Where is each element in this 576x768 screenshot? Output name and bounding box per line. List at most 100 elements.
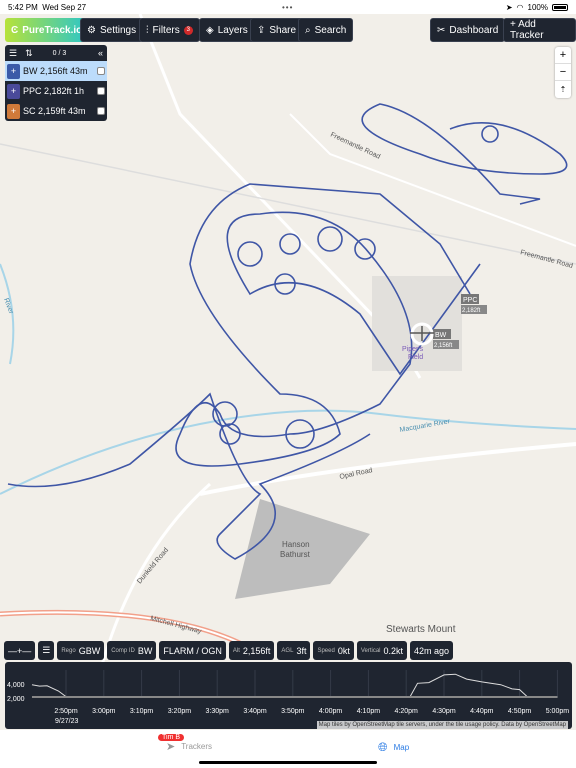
share-button[interactable]: ⇪ Share [250,18,304,42]
tab-map[interactable]: 🌐︎ Map [378,740,409,755]
filters-button[interactable]: ⫶ Filters 3 [139,18,200,42]
x-tick-label: 3:00pm [92,708,116,715]
zoom-out-button[interactable]: − [555,64,571,81]
home-indicator [199,761,377,764]
filters-label: Filters [152,24,180,36]
river-label: Macquarie River [399,418,451,434]
puretrack-logo-button[interactable]: Ͼ PureTrack.io [5,18,89,42]
tracker-checkbox[interactable] [97,87,105,95]
settings-button[interactable]: ⚙ Settings [80,18,144,42]
zoom-in-button[interactable]: + [555,47,571,64]
speed-label: Speed [317,647,335,654]
logo-text: PureTrack.io [22,24,83,36]
battery-text: 100% [527,2,548,12]
add-tracker-button[interactable]: + Add Tracker [503,18,576,42]
filters-badge: 3 [183,25,193,35]
date-label: 9/27/23 [55,718,78,725]
rego-chip: Rego GBW [57,641,105,660]
glider-icon: —+— [8,645,32,656]
y-tick-label: 2,000 [7,696,25,703]
aircraft-tag-ppc[interactable]: PPC [463,297,477,304]
globe-icon: 🌐︎ [378,740,388,754]
tracker-item[interactable]: + SC 2,159ft 43m [5,101,107,121]
speed-value: 0kt [337,645,350,656]
tracker-checkbox[interactable] [97,67,105,75]
aircraft-alt-ppc: 2,182ft [462,308,481,314]
tab-map-label: Map [393,743,410,752]
flight-track [7,103,568,560]
date: Wed Sep 27 [42,2,87,12]
trackers-badge: Tim B [158,734,185,741]
comp-id-chip: Comp ID BW [107,641,157,660]
tracker-checkbox[interactable] [97,107,105,115]
source-chip: FLARM / OGN [159,641,226,660]
tools-icon: ✂ [437,24,446,36]
vertical-chip: Vertical 0.2kt [356,641,408,660]
tracker-count: 0 / 3 [52,49,67,57]
status-bar: 5:42 PM Wed Sep 27 ••• ➤ ◠ 100% [0,0,576,14]
logo-icon: Ͼ [11,24,19,36]
x-tick-label: 4:00pm [319,708,343,715]
place-label: Hanson [282,540,310,549]
x-tick-label: 3:10pm [130,708,154,715]
glider-icon: + [7,83,20,99]
airfield-label: Field [408,354,423,361]
x-tick-label: 4:30pm [432,708,456,715]
multitask-dots[interactable]: ••• [282,3,293,12]
airfield-label: Piper's [402,346,424,353]
location-arrow-icon: ➤ [166,741,176,753]
layers-label: Layers [217,24,248,36]
agl-value: 3ft [296,645,307,656]
tracker-info-bar: —+— ☰ Rego GBW Comp ID BW FLARM / OGN Alt 2… [4,641,454,660]
map[interactable]: Freemantle Road Freemantle Road River Ma… [0,14,576,730]
last-seen-value: 42m ago [414,645,450,656]
add-tracker-label: + Add Tracker [510,19,544,41]
layers-button[interactable]: ◈ Layers [199,18,255,42]
tracker-label: PPC 2,182ft 1h [23,86,85,96]
x-tick-label: 4:20pm [395,708,419,715]
altitude-chart-svg: 2:50pm 3:00pm 3:10pm 3:20pm 3:30pm 3:40pm 3:50… [7,670,570,725]
search-icon: ⌕ [305,24,311,36]
menu-icon[interactable]: ☰ [9,48,17,59]
comp-value: BW [137,645,153,656]
speed-chip: Speed 0kt [313,641,354,660]
tracker-item[interactable]: + PPC 2,182ft 1h [5,81,107,101]
glider-icon: + [7,63,20,79]
x-tick-label: 3:20pm [168,708,192,715]
menu-icon: ☰ [42,645,51,655]
sliders-icon: ⫶ [146,24,149,36]
altitude-line [31,673,558,698]
gear-icon: ⚙ [87,24,96,36]
wifi-icon: ◠ [516,2,524,12]
dashboard-button[interactable]: ✂ Dashboard [430,18,506,42]
altitude-chip: Alt 2,156ft [228,641,275,660]
vert-value: 0.2kt [383,645,404,656]
clock: 5:42 PM [8,2,38,12]
tracker-label: SC 2,159ft 43m [23,106,86,116]
x-tick-label: 5:00pm [546,708,570,715]
aircraft-icon-button[interactable]: —+— [4,641,36,660]
aircraft-alt-bw: 2,156ft [434,343,453,349]
settings-label: Settings [99,24,137,36]
agl-label: AGL [281,647,294,654]
battery-icon [552,3,568,11]
collapse-icon[interactable]: « [98,48,103,58]
compass-button[interactable]: ⇡ [555,81,571,98]
layers-icon: ◈ [206,24,214,36]
glider-icon: + [7,103,20,119]
place-label: Stewarts Mount [386,624,456,635]
vert-label: Vertical [360,647,381,654]
river-label: River [2,297,14,315]
tab-trackers[interactable]: ➤ Trackers [166,740,212,753]
share-icon: ⇪ [257,24,266,36]
search-button[interactable]: ⌕ Search [298,18,354,42]
tracker-item[interactable]: + BW 2,156ft 43m [5,61,107,81]
x-tick-label: 3:40pm [243,708,267,715]
x-tick-label: 4:50pm [508,708,532,715]
dashboard-label: Dashboard [449,24,499,36]
place-label: Bathurst [280,550,311,559]
aircraft-tag-bw[interactable]: BW [435,332,447,339]
menu-button[interactable]: ☰ [38,641,55,660]
altitude-chart[interactable]: 2:50pm 3:00pm 3:10pm 3:20pm 3:30pm 3:40pm 3:50… [5,662,572,729]
sort-icon[interactable]: ⇅ [25,48,33,59]
